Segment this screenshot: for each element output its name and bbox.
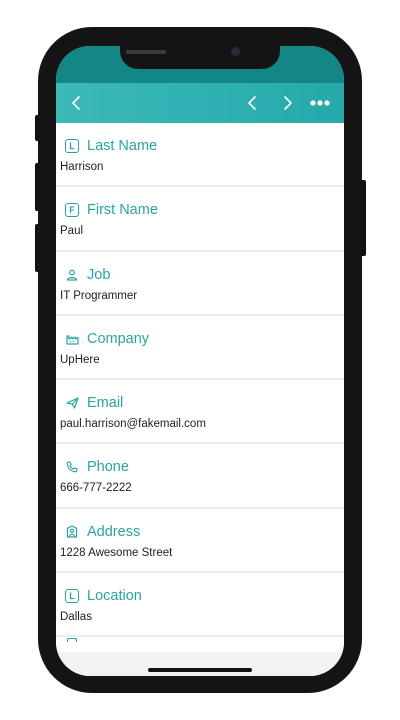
home-indicator[interactable] <box>148 668 252 672</box>
field-value: paul.harrison@fakemail.com <box>60 418 206 431</box>
person-icon <box>64 267 80 283</box>
field-phone[interactable]: Phone 666-777-2222 <box>56 444 344 509</box>
letter-f-badge-icon: F <box>64 202 80 218</box>
field-value: UpHere <box>60 353 100 366</box>
letter-l-badge-icon: L <box>64 588 80 604</box>
home-indicator-area <box>56 652 344 676</box>
phone-icon <box>64 459 80 475</box>
field-label: Company <box>87 330 150 347</box>
field-address[interactable]: Address 1228 Awesome Street <box>56 508 344 574</box>
field-label: Job <box>87 266 111 283</box>
field-first-name[interactable]: F First Name Paul <box>56 187 344 252</box>
field-label: Email <box>87 395 124 412</box>
phone-screen: L Last Name Harrison F First Name Paul J… <box>56 46 344 676</box>
field-value: 1228 Awesome Street <box>60 546 173 559</box>
field-value: IT Programmer <box>60 289 138 302</box>
next-field-icon-peek <box>67 638 77 642</box>
previous-record-button[interactable] <box>240 83 264 123</box>
field-label: Location <box>87 588 142 605</box>
field-label: Last Name <box>87 138 158 154</box>
send-icon <box>64 395 80 411</box>
field-label: First Name <box>87 202 158 219</box>
address-person-icon <box>64 524 80 540</box>
field-value: 666-777-2222 <box>60 482 132 495</box>
chevron-right-icon <box>284 96 292 110</box>
field-label: Address <box>87 523 141 540</box>
field-value: Dallas <box>60 611 92 624</box>
next-record-button[interactable] <box>276 83 300 123</box>
more-horizontal-icon <box>310 100 330 106</box>
field-location[interactable]: L Location Dallas <box>56 573 344 638</box>
back-button[interactable] <box>64 83 88 123</box>
field-company[interactable]: Company UpHere <box>56 315 344 381</box>
field-email[interactable]: Email paul.harrison@fakemail.com <box>56 380 344 445</box>
speaker-grille <box>126 50 166 54</box>
field-label: Phone <box>87 459 129 476</box>
field-job[interactable]: Job IT Programmer <box>56 251 344 316</box>
contact-detail-list: L Last Name Harrison F First Name Paul J… <box>56 123 344 668</box>
navigation-bar <box>56 83 344 123</box>
field-value: Harrison <box>60 161 104 173</box>
front-camera <box>231 47 240 56</box>
factory-icon <box>64 331 80 347</box>
letter-l-badge-icon: L <box>64 138 80 154</box>
field-last-name[interactable]: L Last Name Harrison <box>56 123 344 188</box>
chevron-left-icon <box>72 96 80 110</box>
field-value: Paul <box>60 225 84 238</box>
chevron-left-icon <box>248 96 256 110</box>
more-options-button[interactable] <box>306 83 334 123</box>
